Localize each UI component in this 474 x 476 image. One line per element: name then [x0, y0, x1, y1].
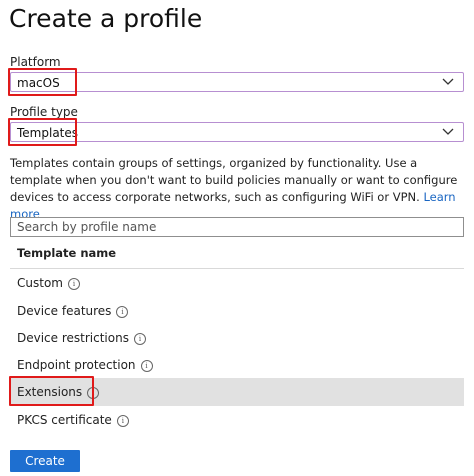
- info-icon[interactable]: i: [67, 278, 80, 290]
- row-label-text: Device features: [17, 304, 112, 318]
- info-icon[interactable]: i: [116, 306, 129, 318]
- profile-type-select[interactable]: Templates: [10, 122, 464, 142]
- create-button[interactable]: Create: [10, 450, 80, 472]
- row-label-text: Custom: [17, 276, 63, 290]
- search-box[interactable]: [10, 217, 464, 237]
- row-label-text: PKCS certificate: [17, 413, 112, 427]
- row-label: Custom i: [17, 276, 80, 290]
- templates-description: Templates contain groups of settings, or…: [10, 155, 468, 223]
- extensions-highlight-box: [9, 376, 94, 406]
- platform-select[interactable]: macOS: [10, 72, 464, 92]
- profile-type-highlight-box: [8, 118, 77, 146]
- platform-highlight-box: [8, 68, 77, 96]
- platform-label: Platform: [10, 55, 61, 69]
- profile-type-label: Profile type: [10, 105, 78, 119]
- row-label-text: Device restrictions: [17, 331, 129, 345]
- table-row-endpoint-protection[interactable]: Endpoint protection i: [10, 351, 464, 379]
- chevron-down-icon: [442, 128, 454, 135]
- info-icon[interactable]: i: [116, 415, 129, 427]
- row-label: Endpoint protection i: [17, 358, 153, 372]
- table-row-device-features[interactable]: Device features i: [10, 297, 464, 325]
- info-icon[interactable]: i: [133, 333, 146, 345]
- row-label-text: Endpoint protection: [17, 358, 136, 372]
- description-text: Templates contain groups of settings, or…: [10, 156, 458, 204]
- table-row-custom[interactable]: Custom i: [10, 269, 464, 297]
- table-row-device-restrictions[interactable]: Device restrictions i: [10, 324, 464, 352]
- search-input[interactable]: [17, 220, 447, 234]
- chevron-down-icon: [442, 78, 454, 85]
- template-name-header: Template name: [17, 246, 117, 260]
- info-icon[interactable]: i: [140, 360, 153, 372]
- page-title: Create a profile: [9, 4, 203, 33]
- row-label: Device features i: [17, 304, 129, 318]
- table-row-pkcs-certificate[interactable]: PKCS certificate i: [10, 406, 464, 434]
- row-label: Device restrictions i: [17, 331, 146, 345]
- row-label: PKCS certificate i: [17, 413, 129, 427]
